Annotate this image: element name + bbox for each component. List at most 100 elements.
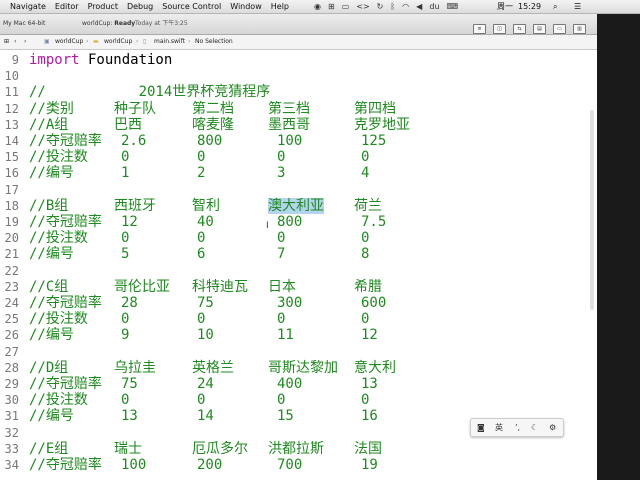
line-number: 19: [4, 215, 19, 229]
comment-value: 14: [197, 408, 214, 425]
grid-icon[interactable]: ⊞: [328, 2, 335, 11]
comment-label: //D组: [29, 359, 69, 376]
comment-label: //类别: [29, 100, 74, 117]
comment-value: 0: [121, 311, 130, 328]
line-number: 23: [4, 279, 19, 294]
code-line: 11 // 2014世界杯竞猜程序: [0, 84, 597, 100]
bluetooth-icon[interactable]: ᛒ: [390, 2, 395, 11]
comment-value: 16: [361, 408, 378, 425]
line-number: 10: [4, 69, 19, 84]
sync-icon[interactable]: ↻: [377, 2, 384, 11]
code-text: import Foundation: [29, 52, 172, 68]
forward-icon[interactable]: ›: [24, 35, 26, 49]
du-icon[interactable]: du: [429, 2, 439, 11]
ime-settings-icon[interactable]: ⚙: [549, 419, 556, 436]
ime-moon-icon[interactable]: ☾: [531, 419, 538, 436]
code-line: 22: [0, 263, 597, 279]
code-icon[interactable]: <>: [356, 2, 369, 11]
volume-icon[interactable]: ◀: [416, 2, 422, 11]
status-timestamp: Today at 下午3:25: [135, 20, 188, 27]
airplay-icon[interactable]: ▭: [342, 2, 350, 11]
menu-help[interactable]: Help: [271, 2, 289, 11]
menu-debug[interactable]: Debug: [127, 2, 153, 11]
comment-value: 75: [197, 295, 214, 311]
line-number: 20: [4, 231, 19, 246]
code-line: 15 //投注数 0 0 0 0: [0, 149, 597, 165]
status-ready: Ready: [114, 20, 136, 27]
ime-logo-icon: ◙: [477, 423, 485, 432]
comment-value: 9: [121, 327, 130, 344]
ime-language-toggle[interactable]: 英: [495, 419, 503, 436]
comment-value: 法国: [354, 440, 382, 457]
code-line: 24 //夺冠赔率 28 75 300 600: [0, 295, 597, 311]
line-number: 27: [4, 344, 19, 359]
jumpbar-group[interactable]: worldCup: [104, 35, 132, 49]
line-number: 9: [11, 53, 19, 67]
comment-label: //夺冠赔率: [29, 295, 102, 311]
comment-value: 0: [197, 392, 206, 409]
comment-value: 700: [277, 457, 303, 473]
code-line: 9 import Foundation: [0, 52, 597, 68]
jumpbar-project[interactable]: worldCup: [55, 35, 83, 49]
menu-navigate[interactable]: Navigate: [10, 2, 46, 11]
back-icon[interactable]: ‹: [14, 35, 16, 49]
line-number: 22: [4, 263, 19, 278]
related-items-icon[interactable]: ⊞: [4, 35, 9, 49]
code-line: 27: [0, 344, 597, 360]
jumpbar-selection[interactable]: No Selection: [195, 35, 233, 49]
swift-file-icon: ▯: [143, 38, 147, 45]
line-number: 15: [4, 150, 19, 165]
ime-punctuation-icon[interactable]: ʼ,: [515, 419, 520, 436]
code-line: 28 //D组 乌拉圭 英格兰 哥斯达黎加 意大利: [0, 360, 597, 376]
menu-editor[interactable]: Editor: [55, 2, 79, 11]
navigator-toggle-icon[interactable]: ▤: [533, 24, 546, 34]
editor-scroll-thumb[interactable]: [590, 110, 594, 310]
line-number: 21: [4, 247, 19, 262]
comment-value: 第四档: [354, 100, 396, 117]
keyboard-icon[interactable]: ⌨: [446, 2, 458, 11]
comment-value: 40: [197, 214, 214, 230]
comment-value: 0: [121, 392, 130, 409]
comment-value: 瑞士: [114, 440, 142, 457]
menu-source-control[interactable]: Source Control: [162, 2, 221, 11]
comment-value: 0: [197, 149, 206, 166]
comment-value: 15: [277, 408, 294, 425]
toolbar: My Mac 64-bit worldCup: Ready Today at 下…: [0, 14, 597, 35]
version-editor-icon[interactable]: ⇆: [513, 24, 526, 34]
comment-label: //C组: [29, 278, 69, 295]
comment-value: 0: [197, 230, 206, 247]
xcode-window: My Mac 64-bit worldCup: Ready Today at 下…: [0, 0, 597, 480]
comment-value: 希腊: [354, 278, 382, 295]
spotlight-icon[interactable]: ⌕: [553, 0, 557, 13]
comment-value: 0: [277, 230, 286, 247]
debug-toggle-icon[interactable]: ▭: [553, 24, 566, 34]
jump-bar: ⊞ ‹ › ▣ worldCup › ▬ worldCup › ▯ main.s…: [0, 35, 597, 50]
comment-value: 巴西: [114, 116, 142, 133]
text-cursor-icon: I: [266, 221, 269, 231]
standard-editor-icon[interactable]: ≡: [473, 24, 486, 34]
notification-center-icon[interactable]: ☰: [574, 0, 581, 13]
comment-label: //夺冠赔率: [29, 457, 102, 473]
assistant-editor-icon[interactable]: ◫: [493, 24, 506, 34]
comment-value: 0: [197, 311, 206, 328]
identifier: Foundation: [79, 52, 173, 68]
source-editor[interactable]: 9 import Foundation 10 11// 2014世界杯竞猜程序 12//…: [0, 50, 597, 480]
menu-product[interactable]: Product: [88, 2, 118, 11]
jumpbar-separator: ›: [188, 38, 191, 45]
wifi-icon[interactable]: ◠: [402, 2, 409, 11]
code-line: 14 //夺冠赔率 2.6 800 100 125: [0, 133, 597, 149]
comment-label: //编号: [29, 327, 74, 344]
menu-window[interactable]: Window: [230, 2, 262, 11]
comment-value: 3: [277, 165, 286, 182]
clock-weekday: 周一: [497, 2, 513, 11]
comment-label: //夺冠赔率: [29, 214, 102, 230]
code-line: 34 //夺冠赔率 100 200 700 19: [0, 457, 597, 473]
code-line: 19 //夺冠赔率 12 40 800 7.5: [0, 214, 597, 230]
scheme-selector[interactable]: My Mac 64-bit: [3, 14, 45, 34]
comment-value: 日本: [268, 278, 296, 295]
utilities-toggle-icon[interactable]: ▥: [573, 24, 586, 34]
jumpbar-file[interactable]: main.swift: [154, 35, 185, 49]
record-icon[interactable]: ◉: [314, 2, 321, 11]
comment-value: 24: [197, 376, 214, 392]
menu-clock[interactable]: 周一 15:29: [497, 0, 546, 13]
